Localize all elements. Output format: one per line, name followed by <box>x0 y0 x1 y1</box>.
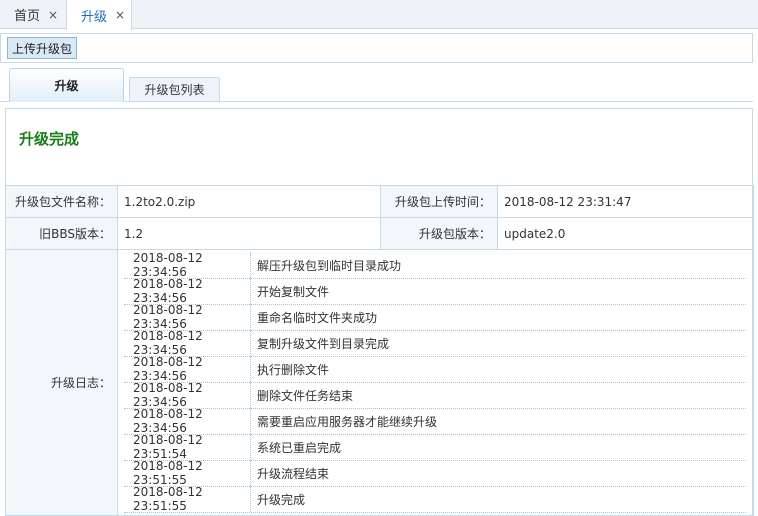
log-row: 2018-08-12 23:34:56 重命名临时文件夹成功 <box>124 303 746 331</box>
top-tab-bar: 首页 × 升级 × <box>0 0 758 30</box>
log-message: 开始复制文件 <box>257 284 330 299</box>
log-time: 2018-08-12 23:34:56 <box>124 251 251 279</box>
log-message: 删除文件任务结束 <box>257 388 354 403</box>
log-time: 2018-08-12 23:34:56 <box>124 381 251 409</box>
log-row: 2018-08-12 23:34:56 解压升级包到临时目录成功 <box>124 251 746 279</box>
close-icon[interactable]: × <box>48 8 58 22</box>
log-row: 2018-08-12 23:34:56 需要重启应用服务器才能继续升级 <box>124 407 746 435</box>
log-message: 需要重启应用服务器才能继续升级 <box>257 414 438 429</box>
old-version-value: 1.2 <box>117 217 381 250</box>
log-time: 2018-08-12 23:34:56 <box>124 277 251 305</box>
upgrade-panel: 升级完成 升级包文件名称： 1.2to2.0.zip 升级包上传时间： 2018… <box>5 108 754 516</box>
log-time: 2018-08-12 23:51:55 <box>124 485 251 513</box>
table-row: 升级包文件名称： 1.2to2.0.zip 升级包上传时间： 2018-08-1… <box>5 185 754 218</box>
upload-time-label: 升级包上传时间： <box>380 185 498 218</box>
log-label: 升级日志： <box>5 249 118 516</box>
log-message: 升级流程结束 <box>257 466 330 481</box>
tab-home[interactable]: 首页 × <box>0 0 66 29</box>
upgrade-info-table: 升级包文件名称： 1.2to2.0.zip 升级包上传时间： 2018-08-1… <box>5 185 754 516</box>
log-time: 2018-08-12 23:34:56 <box>124 355 251 383</box>
close-icon[interactable]: × <box>115 8 125 22</box>
log-time: 2018-08-12 23:34:56 <box>124 407 251 435</box>
log-message: 升级完成 <box>257 492 306 507</box>
log-message: 复制升级文件到目录完成 <box>257 336 390 351</box>
log-time: 2018-08-12 23:51:55 <box>124 459 251 487</box>
log-message: 重命名临时文件夹成功 <box>257 310 378 325</box>
log-time: 2018-08-12 23:51:54 <box>124 433 251 461</box>
log-row: 2018-08-12 23:34:56 删除文件任务结束 <box>124 381 746 409</box>
tab-upgrade[interactable]: 升级 × <box>66 0 132 30</box>
log-row: 2018-08-12 23:51:55 升级流程结束 <box>124 459 746 487</box>
sub-tab-bar: 升级 升级包列表 <box>0 68 753 102</box>
tab-package-list[interactable]: 升级包列表 <box>129 77 220 102</box>
log-message: 执行删除文件 <box>257 362 330 377</box>
file-name-label: 升级包文件名称： <box>5 185 118 218</box>
upload-time-value: 2018-08-12 23:31:47 <box>497 185 754 218</box>
log-row: 2018-08-12 23:34:56 复制升级文件到目录完成 <box>124 329 746 357</box>
old-version-label: 旧BBS版本： <box>5 217 118 250</box>
table-row: 升级日志： 2018-08-12 23:34:56 解压升级包到临时目录成功 2… <box>5 249 754 516</box>
package-version-value: update2.0 <box>497 217 754 250</box>
log-time: 2018-08-12 23:34:56 <box>124 303 251 331</box>
log-message: 解压升级包到临时目录成功 <box>257 258 402 273</box>
log-row: 2018-08-12 23:51:55 升级完成 <box>124 485 746 513</box>
log-time: 2018-08-12 23:34:56 <box>124 329 251 357</box>
upgrade-log-list: 2018-08-12 23:34:56 解压升级包到临时目录成功 2018-08… <box>124 251 746 513</box>
log-row: 2018-08-12 23:34:56 开始复制文件 <box>124 277 746 305</box>
log-row: 2018-08-12 23:51:54 系统已重启完成 <box>124 433 746 461</box>
package-version-label: 升级包版本： <box>380 217 498 250</box>
file-name-value: 1.2to2.0.zip <box>117 185 381 218</box>
tab-upgrade-label: 升级 <box>81 9 108 25</box>
tab-upgrade-panel[interactable]: 升级 <box>9 68 124 102</box>
log-row: 2018-08-12 23:34:56 执行删除文件 <box>124 355 746 383</box>
upload-package-button[interactable]: 上传升级包 <box>7 37 78 59</box>
status-title: 升级完成 <box>19 130 80 148</box>
toolbar: 上传升级包 <box>0 33 753 63</box>
log-message: 系统已重启完成 <box>257 440 342 455</box>
tab-home-label: 首页 <box>14 9 41 24</box>
table-row: 旧BBS版本： 1.2 升级包版本： update2.0 <box>5 217 754 250</box>
log-cell: 2018-08-12 23:34:56 解压升级包到临时目录成功 2018-08… <box>117 249 754 516</box>
